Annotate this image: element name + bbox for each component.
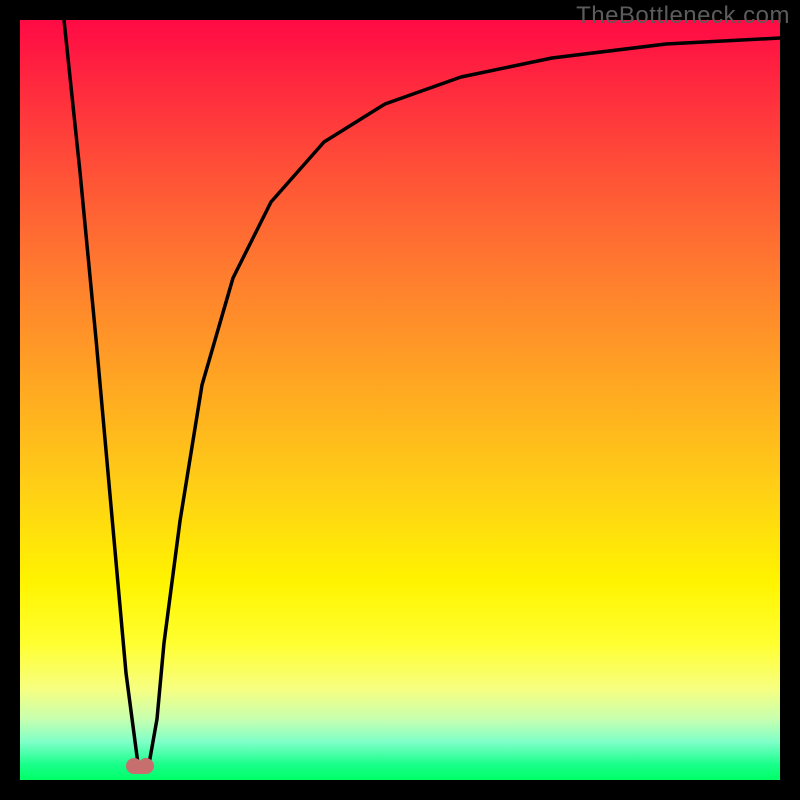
chart-frame: TheBottleneck.com — [0, 0, 800, 800]
plot-area — [20, 20, 780, 780]
bottleneck-curve — [20, 20, 780, 780]
marker-ball-bridge — [133, 764, 147, 774]
curve-path — [64, 20, 780, 764]
watermark-text: TheBottleneck.com — [576, 2, 790, 30]
